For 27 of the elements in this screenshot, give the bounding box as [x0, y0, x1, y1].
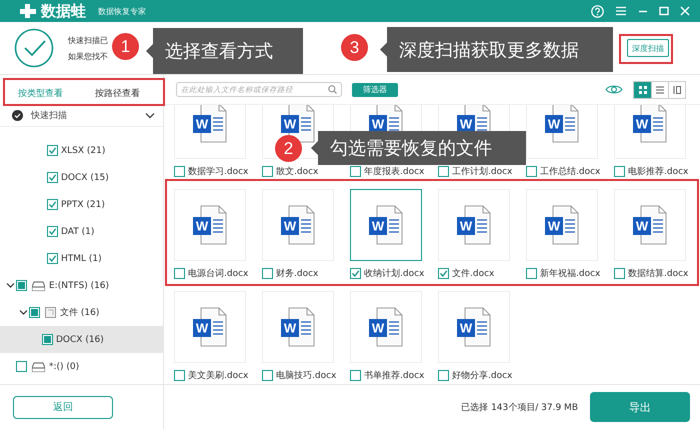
selection-summary: 已选择 143个项目/ 37.9 MB — [461, 402, 578, 414]
scan-hint-text: 如果您找不 — [68, 50, 108, 62]
file-name: 美文美刷.docx — [188, 370, 248, 382]
callout-tooltip: 深度扫描获取更多数据 — [380, 27, 613, 72]
file-name: 数据学习.docx — [188, 166, 248, 178]
app-subtitle: 数据恢复专家 — [98, 6, 146, 16]
file-name: 财务.docx — [276, 268, 318, 280]
app-logo-text: 数据蛙 — [41, 2, 86, 20]
file-name: 年度报表.docx — [364, 166, 424, 178]
file-name: 散文.docx — [276, 166, 318, 178]
file-name: 电脑技巧.docx — [276, 370, 336, 382]
file-name: 好物分享.docx — [452, 370, 512, 382]
file-name: 工作计划.docx — [452, 166, 512, 178]
file-name: 数据结算.docx — [628, 268, 688, 280]
scan-group-label: 快速扫描 — [31, 110, 68, 122]
file-name: 电源台词.docx — [188, 268, 248, 280]
file-name: 收纳计划.docx — [364, 268, 424, 280]
callout-tooltip: 选择查看方式 — [146, 28, 303, 74]
step-badge: 1 — [112, 33, 139, 60]
file-name: 文件.docx — [452, 268, 494, 280]
file-name: 书单推荐.docx — [364, 370, 424, 382]
scan-status-text: 快速扫描已 — [68, 34, 108, 46]
file-name: 电影推荐.docx — [628, 166, 688, 178]
file-name: 工作总结.docx — [540, 166, 600, 178]
file-name: 新年祝福.docx — [540, 268, 600, 280]
callout-tooltip: 勾选需要恢复的文件 — [311, 131, 526, 165]
step-badge: 3 — [341, 34, 368, 61]
